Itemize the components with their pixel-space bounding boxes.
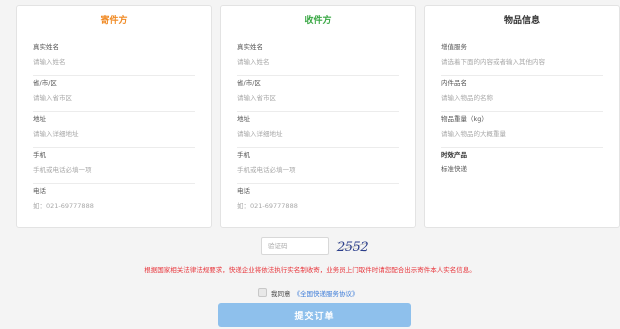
sender-address-input[interactable]: [33, 128, 195, 140]
sender-panel: 寄件方 真实姓名 省/市/区 地址 手机 电话: [16, 5, 212, 228]
sender-address-field: 地址: [33, 115, 195, 148]
receiver-mobile-label: 手机: [237, 151, 250, 159]
real-name-notice: 根据国家相关法律法规要求，快递企业将依法执行实名制收寄，业务员上门取件时请您配合…: [144, 266, 476, 274]
captcha-input[interactable]: [261, 237, 329, 255]
delivery-product-field: 时效产品 标准快递: [441, 151, 603, 184]
receiver-name-label: 真实姓名: [237, 43, 263, 51]
receiver-address-label: 地址: [237, 115, 250, 123]
receiver-title: 收件方: [304, 16, 332, 26]
sender-name-input[interactable]: [33, 56, 195, 68]
captcha-image[interactable]: 2552: [335, 236, 369, 256]
receiver-phone-label: 电话: [237, 187, 250, 195]
receiver-panel: 收件方 真实姓名 省/市/区 地址 手机 电话: [220, 5, 416, 228]
item-name-label: 内件品名: [441, 79, 467, 87]
sender-name-label: 真实姓名: [33, 43, 59, 51]
receiver-name-field: 真实姓名: [237, 43, 399, 76]
sender-mobile-label: 手机: [33, 151, 46, 159]
delivery-product-label: 时效产品: [441, 151, 467, 159]
sender-region-input[interactable]: [33, 92, 195, 104]
value-added-service-input[interactable]: [441, 56, 603, 68]
receiver-address-input[interactable]: [237, 128, 399, 140]
agree-text: 我同意: [271, 289, 291, 298]
sender-mobile-input[interactable]: [33, 164, 195, 176]
receiver-region-field: 省/市/区: [237, 79, 399, 112]
sender-mobile-field: 手机: [33, 151, 195, 184]
sender-title: 寄件方: [100, 16, 128, 26]
sender-region-field: 省/市/区: [33, 79, 195, 112]
sender-address-label: 地址: [33, 115, 46, 123]
receiver-address-field: 地址: [237, 115, 399, 148]
agreement-row: 我同意 《全国快递服务协议》: [258, 287, 359, 298]
delivery-product-value[interactable]: 标准快递: [441, 165, 467, 174]
receiver-mobile-field: 手机: [237, 151, 399, 184]
item-name-input[interactable]: [441, 92, 603, 104]
goods-panel: 物品信息 增值服务 内件品名 物品重量（kg） 时效产品 标准快递: [424, 5, 620, 228]
receiver-region-input[interactable]: [237, 92, 399, 104]
item-weight-field: 物品重量（kg）: [441, 115, 603, 148]
receiver-region-label: 省/市/区: [237, 79, 261, 87]
receiver-phone-input[interactable]: [237, 200, 399, 212]
service-agreement-link[interactable]: 《全国快递服务协议》: [294, 288, 359, 298]
sender-phone-label: 电话: [33, 187, 46, 195]
sender-phone-field: 电话: [33, 187, 195, 220]
receiver-phone-field: 电话: [237, 187, 399, 220]
value-added-service-label: 增值服务: [441, 43, 467, 51]
item-weight-input[interactable]: [441, 128, 603, 140]
item-weight-label: 物品重量（kg）: [441, 115, 488, 123]
sender-phone-input[interactable]: [33, 200, 195, 212]
captcha-code: 2552: [336, 240, 368, 255]
sender-name-field: 真实姓名: [33, 43, 195, 76]
receiver-name-input[interactable]: [237, 56, 399, 68]
agree-checkbox[interactable]: [258, 288, 267, 297]
submit-order-button[interactable]: 提交订单: [218, 303, 411, 327]
item-name-field: 内件品名: [441, 79, 603, 112]
sender-region-label: 省/市/区: [33, 79, 57, 87]
receiver-mobile-input[interactable]: [237, 164, 399, 176]
value-added-service-field: 增值服务: [441, 43, 603, 76]
goods-title: 物品信息: [503, 16, 540, 26]
